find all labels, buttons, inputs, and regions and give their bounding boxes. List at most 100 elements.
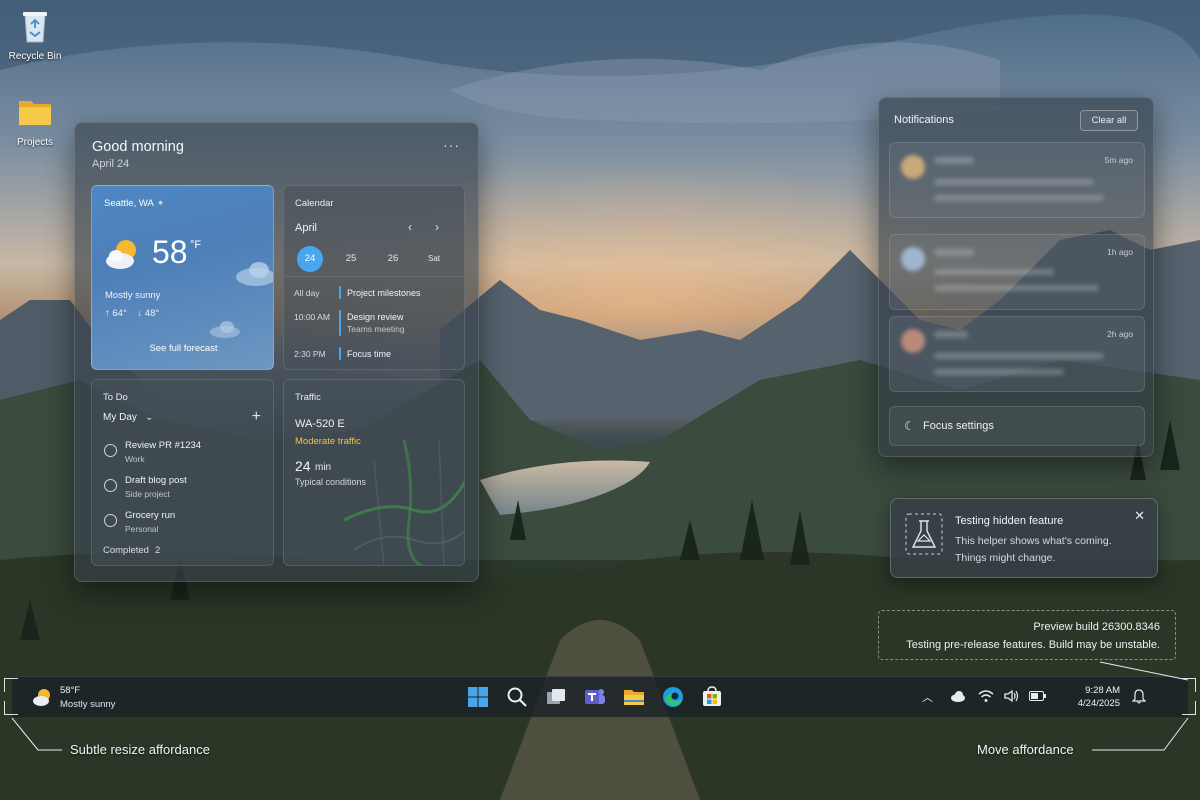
desktop-icon-projects[interactable]: Projects	[0, 92, 70, 148]
task-view-icon[interactable]	[544, 685, 568, 709]
todo-item-name: Review PR #1234	[125, 440, 202, 451]
taskbar-weather-temp[interactable]: 58°F	[60, 685, 80, 696]
start-icon[interactable]	[466, 685, 490, 709]
taskbar-clock[interactable]: 9:28 AM 4/24/2025	[1060, 684, 1120, 710]
todo-checkbox[interactable]	[104, 444, 117, 457]
avatar	[901, 247, 925, 271]
calendar-title: Calendar	[295, 198, 334, 209]
desktop-icon-label: Recycle Bin	[8, 51, 62, 62]
close-icon[interactable]: ✕	[1134, 508, 1145, 524]
chevron-up-icon[interactable]: ︿	[922, 689, 933, 705]
redacted-text	[934, 195, 1104, 201]
redacted-text	[934, 179, 1094, 185]
divider	[284, 276, 464, 277]
event-name: Design review	[347, 312, 404, 322]
calendar-day[interactable]: 26	[380, 246, 406, 272]
event-color-bar	[339, 286, 341, 299]
weather-unit: °F	[190, 239, 202, 251]
move-annotation: Move affordance	[977, 742, 1074, 757]
resize-handle[interactable]	[4, 701, 18, 715]
notification-center: Notifications Clear all 5m ago 1h ago 2h…	[878, 97, 1154, 457]
redacted-text	[934, 249, 974, 256]
notification-time: 1h ago	[1107, 247, 1133, 257]
event-time: 2:30 PM	[294, 349, 326, 359]
event-color-bar	[339, 347, 341, 360]
preview-build-watermark: Preview build 26300.8346 Testing pre-rel…	[878, 610, 1176, 660]
greeting-date: April 24	[92, 158, 130, 170]
cloud-decoration-icon	[236, 262, 273, 286]
redacted-text	[934, 285, 1099, 291]
calendar-day[interactable]: Sat	[421, 246, 447, 272]
completed-toggle[interactable]: Completed 2	[103, 545, 160, 556]
clock-time: 9:28 AM	[1085, 685, 1120, 696]
taskbar: 58°F Mostly sunny ︿ 9:28 AM 4/24/2025	[12, 676, 1188, 717]
cloud-icon[interactable]	[950, 690, 966, 702]
traffic-map	[344, 440, 464, 565]
greeting-title: Good morning	[92, 139, 184, 155]
todo-checkbox[interactable]	[104, 514, 117, 527]
todo-item-name: Grocery run	[125, 510, 176, 521]
event-color-bar	[339, 310, 341, 336]
see-full-forecast-link[interactable]: See full forecast	[92, 343, 273, 354]
notification-bell-icon[interactable]	[1132, 689, 1146, 704]
weather-condition: Mostly sunny	[105, 290, 161, 301]
teams-icon[interactable]	[583, 685, 607, 709]
traffic-title: Traffic	[295, 392, 321, 403]
calendar-day[interactable]: 25	[338, 246, 364, 272]
partly-sunny-icon[interactable]	[32, 687, 54, 707]
weather-low: ↓ 48°	[137, 308, 160, 319]
resize-handle[interactable]	[4, 678, 18, 692]
move-handle[interactable]	[1182, 678, 1196, 692]
event-time: 10:00 AM	[294, 312, 330, 322]
todo-widget[interactable]: To Do My Day ⌄ + Review PR #1234 Work Dr…	[91, 379, 274, 566]
chevron-left-icon[interactable]: ‹	[408, 220, 412, 234]
calendar-day-selected[interactable]: 24	[297, 246, 323, 272]
todo-item-list: Personal	[125, 524, 159, 534]
traffic-unit: min	[315, 462, 332, 473]
edge-icon[interactable]	[661, 685, 685, 709]
weather-widget[interactable]: Seattle, WA ⌖ 58 °F Mostly sunny ↑ 64° ↓…	[91, 185, 274, 370]
event-time: All day	[294, 288, 320, 298]
weather-temperature: 58	[152, 234, 188, 270]
traffic-minutes: 24	[295, 458, 311, 474]
teaching-tip: Testing hidden feature This helper shows…	[890, 498, 1158, 578]
calendar-widget[interactable]: Calendar April ‹ › 24 25 26 Sat All day …	[283, 185, 465, 370]
volume-icon[interactable]	[1003, 689, 1019, 703]
desktop-icon-recycle-bin[interactable]: Recycle Bin	[0, 6, 70, 62]
redacted-text	[934, 353, 1104, 359]
notification-card[interactable]: 1h ago	[889, 234, 1145, 310]
todo-item[interactable]: Draft blog post Side project	[92, 473, 273, 505]
notification-card[interactable]: 5m ago	[889, 142, 1145, 218]
chevron-right-icon[interactable]: ›	[435, 220, 439, 234]
todo-item-name: Draft blog post	[125, 475, 187, 486]
move-handle[interactable]	[1182, 701, 1196, 715]
redacted-text	[934, 269, 1054, 275]
notification-card[interactable]: 2h ago	[889, 316, 1145, 392]
notifications-title: Notifications	[894, 114, 954, 126]
battery-icon[interactable]	[1029, 691, 1047, 701]
traffic-widget[interactable]: Traffic WA-520 E Moderate traffic 24 min…	[283, 379, 465, 566]
resize-annotation: Subtle resize affordance	[70, 742, 210, 757]
store-icon[interactable]	[700, 685, 724, 709]
redacted-text	[934, 157, 974, 164]
wifi-icon[interactable]	[978, 689, 994, 703]
todo-item[interactable]: Review PR #1234 Work	[92, 438, 273, 470]
focus-settings-button[interactable]: ☾ Focus settings	[889, 406, 1145, 446]
clock-date: 4/24/2025	[1077, 698, 1120, 709]
file-explorer-icon[interactable]	[622, 685, 646, 709]
todo-item-list: Side project	[125, 489, 170, 499]
chevron-down-icon[interactable]: ⌄	[145, 412, 153, 423]
search-icon[interactable]	[505, 685, 529, 709]
clear-all-button[interactable]: Clear all	[1080, 110, 1138, 131]
taskbar-weather-condition[interactable]: Mostly sunny	[60, 699, 115, 710]
todo-checkbox[interactable]	[104, 479, 117, 492]
todo-title: To Do	[103, 392, 128, 403]
add-task-button[interactable]: +	[252, 408, 261, 426]
more-options-button[interactable]: ···	[443, 137, 460, 153]
teaching-tip-title: Testing hidden feature	[955, 515, 1064, 527]
todo-item-list: Work	[125, 454, 145, 464]
todo-list-selector[interactable]: My Day	[103, 412, 137, 423]
todo-item[interactable]: Grocery run Personal	[92, 508, 273, 540]
partly-sunny-icon	[106, 240, 136, 269]
avatar	[901, 329, 925, 353]
